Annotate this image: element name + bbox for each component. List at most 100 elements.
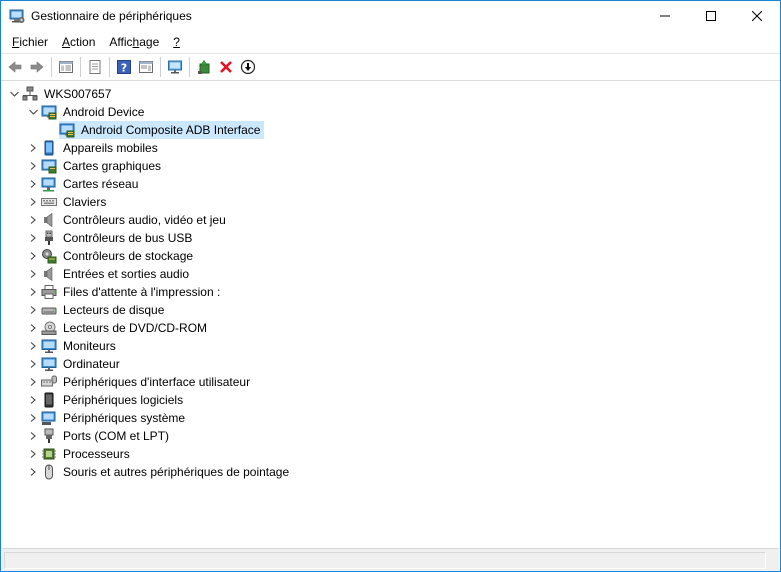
expand-toggle[interactable] [25, 139, 41, 157]
properties-button[interactable] [84, 56, 106, 78]
expand-toggle[interactable] [25, 157, 41, 175]
tree-node-content[interactable]: Android Composite ADB Interface [59, 121, 265, 139]
tree-node-content[interactable]: Claviers [41, 193, 110, 211]
tree-category-ordinateur[interactable]: Ordinateur [25, 355, 124, 373]
tree-node-content[interactable]: Moniteurs [41, 337, 120, 355]
scan-hardware-button[interactable] [164, 56, 186, 78]
tree-node-label: Souris et autres périphériques de pointa… [63, 465, 290, 479]
tree-category-appareils-mobiles[interactable]: Appareils mobiles [25, 139, 162, 157]
expand-toggle[interactable] [25, 373, 41, 391]
tree-node-label: Lecteurs de disque [63, 303, 165, 317]
dvd-drive-icon [41, 320, 57, 336]
expand-toggle[interactable] [25, 301, 41, 319]
tree-node-content[interactable]: Périphériques logiciels [41, 391, 187, 409]
minimize-button[interactable] [642, 1, 688, 31]
expand-toggle[interactable] [25, 409, 41, 427]
tree-category-claviers[interactable]: Claviers [25, 193, 110, 211]
menu-affichage[interactable]: Affichage [102, 32, 166, 52]
software-device-icon [41, 392, 57, 408]
collapse-toggle[interactable] [6, 85, 22, 103]
expand-toggle[interactable] [25, 427, 41, 445]
tree-category-souris-et-autres-peripheriques-de-pointage[interactable]: Souris et autres périphériques de pointa… [25, 463, 293, 481]
collapse-toggle[interactable] [25, 103, 41, 121]
tree-node-content[interactable]: Ports (COM et LPT) [41, 427, 173, 445]
expand-toggle[interactable] [25, 247, 41, 265]
toolbar-separator [160, 57, 161, 77]
tree-node-content[interactable]: Entrées et sorties audio [41, 265, 193, 283]
tree-category-lecteurs-de-disque[interactable]: Lecteurs de disque [25, 301, 168, 319]
tree-node-label: Files d'attente à l'impression : [63, 285, 221, 299]
tree-category-lecteurs-de-dvd-cd-rom[interactable]: Lecteurs de DVD/CD-ROM [25, 319, 211, 337]
tree-category-files-d-attente-a-l-impression[interactable]: Files d'attente à l'impression : [25, 283, 224, 301]
tree-node-content[interactable]: Souris et autres périphériques de pointa… [41, 463, 293, 481]
usb-icon [41, 230, 57, 246]
tree-category-peripheriques-systeme[interactable]: Périphériques système [25, 409, 189, 427]
tree-node-content[interactable]: Lecteurs de DVD/CD-ROM [41, 319, 211, 337]
tree-node-label: Contrôleurs de stockage [63, 249, 194, 263]
tree-node-content[interactable]: Processeurs [41, 445, 134, 463]
tree-category-cartes-reseau[interactable]: Cartes réseau [25, 175, 142, 193]
tree-node-content[interactable]: Ordinateur [41, 355, 124, 373]
close-button[interactable] [734, 1, 780, 31]
expand-toggle[interactable] [25, 445, 41, 463]
chevron-right-icon [30, 414, 36, 422]
tree-node-content[interactable]: Android Device [41, 103, 148, 121]
back-icon [8, 61, 22, 73]
update-driver-button[interactable] [193, 56, 215, 78]
expand-toggle[interactable] [25, 283, 41, 301]
storage-controller-icon [41, 248, 57, 264]
tree-category-controleurs-de-stockage[interactable]: Contrôleurs de stockage [25, 247, 197, 265]
tree-category-ports-com-et-lpt[interactable]: Ports (COM et LPT) [25, 427, 173, 445]
tree-node-content[interactable]: Contrôleurs de stockage [41, 247, 197, 265]
tree-category-moniteurs[interactable]: Moniteurs [25, 337, 120, 355]
tree-node-content[interactable]: Contrôleurs de bus USB [41, 229, 196, 247]
expand-toggle[interactable] [25, 265, 41, 283]
tree-node-content[interactable]: Cartes graphiques [41, 157, 165, 175]
tree-category-cartes-graphiques[interactable]: Cartes graphiques [25, 157, 165, 175]
disable-device-button[interactable] [237, 56, 259, 78]
tree-node-content[interactable]: Cartes réseau [41, 175, 142, 193]
show-hide-console-tree-button[interactable] [55, 56, 77, 78]
expand-toggle[interactable] [25, 175, 41, 193]
menu-action[interactable]: Action [55, 32, 102, 52]
tree-category-android-device[interactable]: Android Device [25, 103, 148, 121]
tree-node-content[interactable]: WKS007657 [22, 85, 115, 103]
chevron-right-icon [30, 360, 36, 368]
menu-fichier[interactable]: Fichier [5, 32, 55, 52]
tree-node-label: Lecteurs de DVD/CD-ROM [63, 321, 208, 335]
expand-toggle[interactable] [25, 391, 41, 409]
tree-category-entrees-et-sorties-audio[interactable]: Entrées et sorties audio [25, 265, 193, 283]
maximize-button[interactable] [688, 1, 734, 31]
expand-toggle[interactable] [25, 463, 41, 481]
expand-toggle[interactable] [25, 319, 41, 337]
action-pane-button[interactable] [135, 56, 157, 78]
tree-node-content[interactable]: Appareils mobiles [41, 139, 162, 157]
expand-toggle[interactable] [25, 337, 41, 355]
tree-node-label: Processeurs [63, 447, 130, 461]
chevron-right-icon [30, 216, 36, 224]
back-button[interactable] [4, 56, 26, 78]
tree-root-computer[interactable]: WKS007657 [6, 85, 115, 103]
tree-node-content[interactable]: Périphériques d'interface utilisateur [41, 373, 254, 391]
tree-category-controleurs-de-bus-usb[interactable]: Contrôleurs de bus USB [25, 229, 196, 247]
tree-node-content[interactable]: Contrôleurs audio, vidéo et jeu [41, 211, 230, 229]
tree-device-android-composite-adb-interface[interactable]: Android Composite ADB Interface [43, 121, 265, 139]
help-button[interactable]: ? [113, 56, 135, 78]
tree-category-processeurs[interactable]: Processeurs [25, 445, 134, 463]
expand-toggle[interactable] [25, 193, 41, 211]
tree-category-peripheriques-d-interface-utilisateur[interactable]: Périphériques d'interface utilisateur [25, 373, 254, 391]
expand-toggle[interactable] [25, 229, 41, 247]
menu-help[interactable]: ? [166, 32, 187, 52]
svg-text:?: ? [121, 62, 127, 75]
tree-node-content[interactable]: Périphériques système [41, 409, 189, 427]
expand-toggle[interactable] [25, 355, 41, 373]
window-title: Gestionnaire de périphériques [31, 9, 192, 23]
tree-node-content[interactable]: Files d'attente à l'impression : [41, 283, 224, 301]
uninstall-device-button[interactable] [215, 56, 237, 78]
chevron-right-icon [30, 468, 36, 476]
tree-category-peripheriques-logiciels[interactable]: Périphériques logiciels [25, 391, 187, 409]
expand-toggle[interactable] [25, 211, 41, 229]
tree-node-content[interactable]: Lecteurs de disque [41, 301, 168, 319]
forward-button[interactable] [26, 56, 48, 78]
tree-category-controleurs-audio-video-et-jeu[interactable]: Contrôleurs audio, vidéo et jeu [25, 211, 230, 229]
